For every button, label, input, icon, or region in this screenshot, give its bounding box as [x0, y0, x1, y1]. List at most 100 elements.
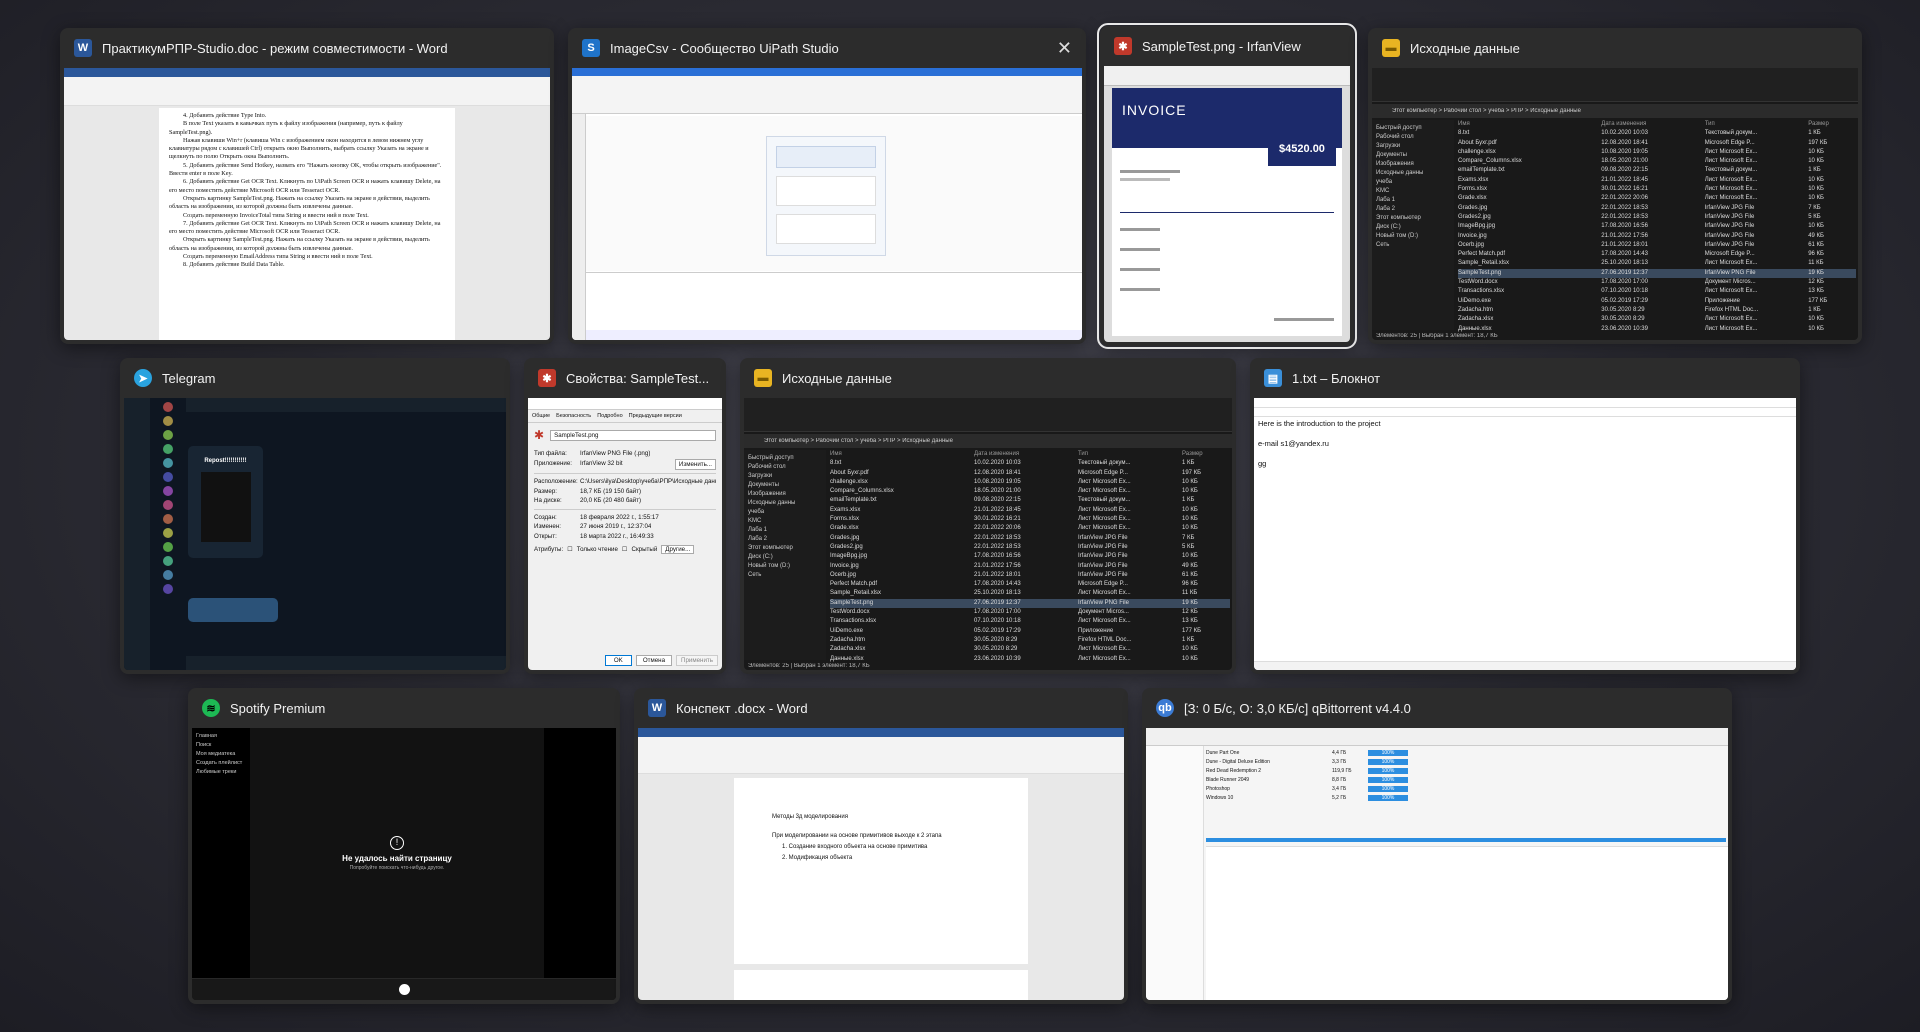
sidebar-item[interactable]: Изображения [748, 490, 822, 499]
tab-previous-versions[interactable]: Предыдущие версии [629, 413, 682, 419]
file-row[interactable]: 8.txt 10.02.2020 10:03 Текстовый докум... 1… [1458, 129, 1856, 138]
sidebar-item[interactable]: Новый том (D:) [748, 562, 822, 571]
sidebar-item[interactable]: Исходные данны [748, 499, 822, 508]
window-card-telegram[interactable]: ➤ Telegram Repost!!!!!!!!!!! [120, 358, 510, 674]
sidebar-item[interactable]: KMC [1376, 187, 1450, 196]
sidebar-item[interactable]: учеба [1376, 178, 1450, 187]
file-row[interactable]: SampleTest.png 27.06.2019 12:37 IrfanView … [830, 598, 1230, 609]
sidebar-item[interactable]: Диск (C:) [748, 553, 822, 562]
sidebar-item[interactable]: Сеть [748, 571, 822, 580]
file-row[interactable]: Forms.xlsx 30.01.2022 16:21 Лист Microsoft… [1458, 185, 1856, 194]
avatar[interactable] [163, 584, 173, 594]
file-row[interactable]: TestWord.docx 17.08.2020 17:00 Документ Mi… [830, 608, 1230, 617]
column-header[interactable]: Дата изменения [974, 450, 1078, 459]
cancel-button[interactable]: Отмена [635, 655, 673, 666]
tab-details[interactable]: Подробно [597, 413, 622, 419]
torrent-row[interactable]: Photoshop 3,4 ГБ 100% [1206, 784, 1728, 793]
ok-button[interactable]: OK [604, 655, 632, 666]
file-row[interactable]: Zadacha.htm 30.05.2020 8:29 Firefox HTML D… [830, 636, 1230, 645]
sidebar-item[interactable]: Новый том (D:) [1376, 232, 1450, 241]
avatar[interactable] [163, 430, 173, 440]
sidebar-item[interactable]: Лаба 1 [1376, 196, 1450, 205]
file-row[interactable]: emailTemplate.txt 09.08.2020 22:15 Текстов… [830, 496, 1230, 505]
avatar[interactable] [163, 472, 173, 482]
window-card-spotify[interactable]: ≋ Spotify Premium Главная Поиск Моя медиат… [188, 688, 620, 1004]
filename-field[interactable]: SampleTest.png [550, 429, 716, 441]
avatar[interactable] [163, 556, 173, 566]
file-row[interactable]: Invoice.jpg 21.01.2022 17:56 IrfanView JPG… [1458, 232, 1856, 241]
file-row[interactable]: Compare_Columns.xlsx 18.05.2020 21:00 Лист… [830, 487, 1230, 496]
torrent-row[interactable]: Windows 10 5,2 ГБ 100% [1206, 793, 1728, 802]
file-row[interactable]: emailTemplate.txt 09.08.2020 22:15 Текстов… [1458, 166, 1856, 175]
file-row[interactable]: Exams.xlsx 21.01.2022 18:45 Лист Microsoft… [830, 506, 1230, 515]
file-row[interactable]: Perfect Match.pdf 17.08.2020 14:43 Microso… [830, 580, 1230, 589]
file-row[interactable]: UiDemo.exe 05.02.2019 17:29 Приложение 177 … [1458, 297, 1856, 306]
tab-general[interactable]: Общие [532, 413, 550, 419]
file-row[interactable]: Grades2.jpg 22.01.2022 18:53 IrfanView JPG… [830, 543, 1230, 552]
file-row[interactable]: challenge.xlsx 10.08.2020 19:05 Лист Micro… [830, 478, 1230, 487]
column-header[interactable]: Тип [1078, 450, 1182, 459]
avatar[interactable] [163, 500, 173, 510]
avatar[interactable] [163, 570, 173, 580]
file-row[interactable]: Transactions.xlsx 07.10.2020 10:18 Лист Mi… [830, 617, 1230, 626]
hidden-checkbox[interactable]: ☐ [622, 546, 628, 553]
sidebar-item[interactable]: KMC [748, 517, 822, 526]
avatar[interactable] [163, 416, 173, 426]
spotify-nav-item[interactable]: Создать плейлист [196, 759, 246, 768]
torrent-row[interactable]: Dune - Digital Deluxe Edition 3,3 ГБ 100% [1206, 757, 1728, 766]
close-icon[interactable]: ✕ [1057, 38, 1072, 59]
window-card-uipath[interactable]: S ImageCsv - Сообщество UiPath Studio ✕ [568, 28, 1086, 344]
file-row[interactable]: SampleTest.png 27.06.2019 12:37 IrfanView … [1458, 268, 1856, 279]
sidebar-item[interactable]: Этот компьютер [748, 544, 822, 553]
sidebar-item[interactable]: Документы [1376, 151, 1450, 160]
avatar[interactable] [163, 444, 173, 454]
sidebar-item[interactable]: Этот компьютер [1376, 214, 1450, 223]
window-card-word-konspekt[interactable]: W Конспект .docx - Word Методы 3д модели… [634, 688, 1128, 1004]
change-app-button[interactable]: Изменить... [674, 458, 716, 470]
avatar[interactable] [163, 458, 173, 468]
file-row[interactable]: Sample_Retail.xlsx 25.10.2020 18:13 Лист M… [830, 589, 1230, 598]
window-card-explorer-2[interactable]: ▬ Исходные данные Этот компьютер > Рабоч… [740, 358, 1236, 674]
sidebar-item[interactable]: Сеть [1376, 241, 1450, 250]
avatar[interactable] [163, 514, 173, 524]
window-card-qbittorrent[interactable]: qb [З: 0 Б/с, О: 3,0 КБ/с] qBittorrent v… [1142, 688, 1732, 1004]
sidebar-item[interactable]: Документы [748, 481, 822, 490]
apply-button[interactable]: Применить [676, 655, 718, 666]
file-row[interactable]: TestWord.docx 17.08.2020 17:00 Документ Mi… [1458, 278, 1856, 287]
sidebar-item[interactable]: Рабочий стол [1376, 133, 1450, 142]
sidebar-item[interactable]: Загрузки [748, 472, 822, 481]
column-header[interactable]: Имя [1458, 120, 1601, 129]
sidebar-item[interactable]: Быстрый доступ [1376, 124, 1450, 133]
file-row[interactable]: Grade.xlsx 22.01.2022 20:06 Лист Microsoft… [1458, 194, 1856, 203]
file-row[interactable]: Invoice.jpg 21.01.2022 17:56 IrfanView JPG… [830, 562, 1230, 571]
sidebar-item[interactable]: Рабочий стол [748, 463, 822, 472]
readonly-checkbox[interactable]: ☐ [567, 546, 573, 553]
sidebar-item[interactable]: Диск (C:) [1376, 223, 1450, 232]
file-row[interactable]: challenge.xlsx 10.08.2020 19:05 Лист Micro… [1458, 148, 1856, 157]
column-header[interactable]: Тип [1705, 120, 1808, 129]
file-row[interactable]: Zadacha.xlsx 30.05.2020 8:29 Лист Microsof… [1458, 315, 1856, 324]
sidebar-item[interactable]: Лаба 2 [748, 535, 822, 544]
column-header[interactable]: Имя [830, 450, 974, 459]
window-card-notepad[interactable]: ▤ 1.txt – Блокнот Here is the introducti… [1250, 358, 1800, 674]
window-card-word-practicum[interactable]: W ПрактикумРПР-Studio.doc - режим совмес… [60, 28, 554, 344]
file-row[interactable]: ImageBpg.jpg 17.08.2020 16:56 IrfanView JP… [830, 552, 1230, 561]
file-row[interactable]: Данные.xlsx 23.06.2020 10:39 Лист Microsof… [830, 655, 1230, 664]
other-button[interactable]: Другие... [661, 545, 695, 554]
file-row[interactable]: Zadacha.xlsx 30.05.2020 8:29 Лист Microsof… [830, 645, 1230, 654]
avatar[interactable] [163, 528, 173, 538]
window-card-irfanview[interactable]: ✱ SampleTest.png - IrfanView INVOICE $45… [1097, 23, 1357, 349]
file-row[interactable]: ImageBpg.jpg 17.08.2020 16:56 IrfanView JP… [1458, 222, 1856, 231]
avatar[interactable] [163, 402, 173, 412]
sidebar-item[interactable]: Изображения [1376, 160, 1450, 169]
file-row[interactable]: Forms.xlsx 30.01.2022 16:21 Лист Microsoft… [830, 515, 1230, 524]
file-row[interactable]: Данные.xlsx 23.06.2020 10:39 Лист Microsof… [1458, 325, 1856, 334]
play-button[interactable] [399, 984, 410, 995]
sidebar-item[interactable]: Лаба 2 [1376, 205, 1450, 214]
window-card-properties[interactable]: ✱ Свойства: SampleTest... Общие Безопасн… [524, 358, 726, 674]
avatar[interactable] [163, 542, 173, 552]
sidebar-item[interactable]: Лаба 1 [748, 526, 822, 535]
column-header[interactable]: Размер [1808, 120, 1856, 129]
sidebar-item[interactable]: Загрузки [1376, 142, 1450, 151]
file-row[interactable]: Sample_Retail.xlsx 25.10.2020 18:13 Лист M… [1458, 259, 1856, 268]
